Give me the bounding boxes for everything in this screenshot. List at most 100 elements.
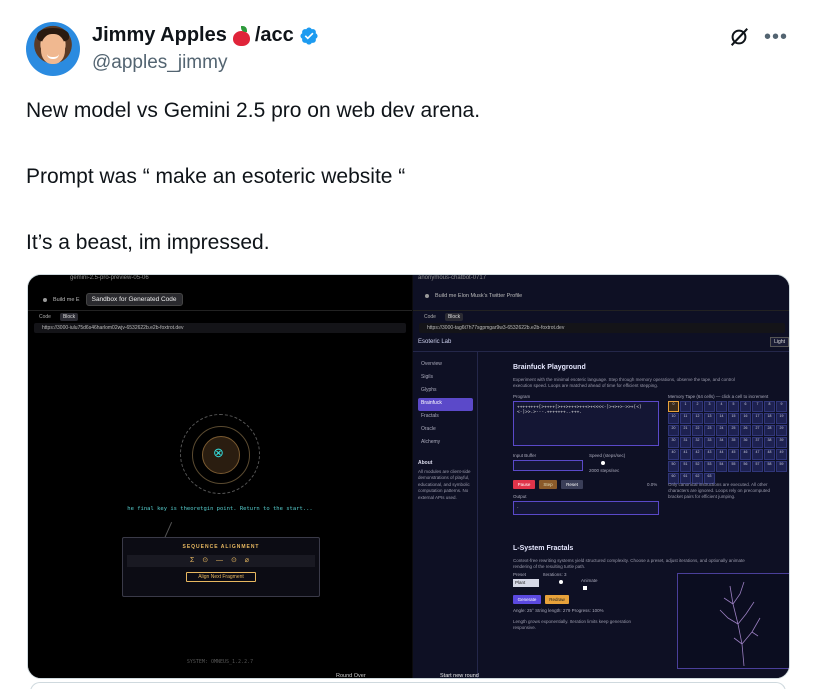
memory-cell[interactable]: 33 <box>704 437 715 448</box>
memory-cell[interactable]: 18 <box>764 413 775 424</box>
sidebar-item-glyphs[interactable]: Glyphs <box>418 385 473 398</box>
memory-cell[interactable]: 30 <box>668 437 679 448</box>
step-button[interactable]: Step <box>539 480 557 489</box>
memory-cell[interactable]: 54 <box>716 461 727 472</box>
sidebar-item-alchemy[interactable]: Alchemy <box>418 437 473 450</box>
left-url-bar[interactable]: https://3000-iulu75d6s46harlom02wjv-6532… <box>34 323 406 333</box>
memory-cell[interactable]: 43 <box>704 449 715 460</box>
memory-cell[interactable]: 39 <box>776 437 787 448</box>
memory-cell[interactable]: 59 <box>776 461 787 472</box>
memory-cell[interactable]: 32 <box>692 437 703 448</box>
pause-button[interactable]: Pause <box>513 480 535 489</box>
memory-cell[interactable]: 37 <box>752 437 763 448</box>
memory-cell[interactable]: 15 <box>728 413 739 424</box>
memory-cell[interactable]: 35 <box>728 437 739 448</box>
display-name[interactable]: Jimmy Apples <box>92 24 227 47</box>
memory-cell[interactable]: 4 <box>716 401 727 412</box>
start-new-round-button[interactable]: Start new round <box>440 673 479 678</box>
memory-cell[interactable]: 58 <box>764 461 775 472</box>
memory-cell[interactable]: 6 <box>740 401 751 412</box>
more-icon[interactable]: ••• <box>764 27 788 47</box>
memory-cell[interactable]: 51 <box>680 461 691 472</box>
memory-cell[interactable]: 53 <box>704 461 715 472</box>
tab-code[interactable]: Code <box>36 313 54 321</box>
memory-cell[interactable]: 42 <box>692 449 703 460</box>
tab-block[interactable]: Block <box>444 313 464 321</box>
memory-cell[interactable]: 16 <box>740 413 751 424</box>
memory-cell[interactable]: 47 <box>752 449 763 460</box>
fractal-canvas[interactable] <box>677 573 789 669</box>
program-textarea[interactable]: ++++++++[>++++[>++>+++>+++>+<<<<-]>+>+>-… <box>513 401 659 446</box>
align-fragment-button[interactable]: Align Next Fragment <box>186 572 256 582</box>
memory-cell[interactable]: 12 <box>692 413 703 424</box>
memory-cell[interactable]: 34 <box>716 437 727 448</box>
memory-cell[interactable]: 29 <box>776 425 787 436</box>
left-tabbar: Code Block <box>36 313 79 321</box>
reset-button[interactable]: Reset <box>561 480 583 489</box>
memory-cell[interactable]: 9 <box>776 401 787 412</box>
input-buffer-field[interactable] <box>513 460 583 471</box>
memory-cell[interactable]: 20 <box>668 425 679 436</box>
memory-cell[interactable]: 0 <box>668 401 679 412</box>
memory-cell[interactable]: 8 <box>764 401 775 412</box>
memory-cell[interactable]: 55 <box>728 461 739 472</box>
memory-cell[interactable]: 1 <box>680 401 691 412</box>
generate-button[interactable]: Generate <box>513 595 541 604</box>
memory-cell[interactable]: 31 <box>680 437 691 448</box>
memory-cell[interactable]: 45 <box>728 449 739 460</box>
tab-code[interactable]: Code <box>421 313 439 321</box>
tweet-media-image[interactable]: gemini-2.5-pro-preview-05-06 Build me E … <box>27 274 790 679</box>
memory-cell[interactable]: 50 <box>668 461 679 472</box>
right-url-bar[interactable]: https://3000-tag6t7h77sgpmgar9w3-6532622… <box>419 323 785 333</box>
memory-cell[interactable]: 5 <box>728 401 739 412</box>
grok-icon[interactable] <box>728 26 750 48</box>
verified-badge-icon[interactable] <box>299 26 319 46</box>
memory-cell[interactable]: 52 <box>692 461 703 472</box>
sidebar-item-sigils[interactable]: Sigils <box>418 372 473 385</box>
bullet-icon <box>425 294 429 298</box>
memory-cell[interactable]: 41 <box>680 449 691 460</box>
memory-cell[interactable]: 57 <box>752 461 763 472</box>
sidebar-item-overview[interactable]: Overview <box>418 359 473 372</box>
memory-cell[interactable]: 2 <box>692 401 703 412</box>
sequence-symbols[interactable]: Σ ⊙ — ⊙ ⌀ <box>127 555 315 567</box>
memory-cell[interactable]: 19 <box>776 413 787 424</box>
memory-cell[interactable]: 27 <box>752 425 763 436</box>
memory-cell[interactable]: 13 <box>704 413 715 424</box>
tab-block[interactable]: Block <box>59 313 79 321</box>
memory-cell[interactable]: 3 <box>704 401 715 412</box>
memory-cell[interactable]: 46 <box>740 449 751 460</box>
memory-cell[interactable]: 17 <box>752 413 763 424</box>
memory-cell[interactable]: 22 <box>692 425 703 436</box>
memory-cell[interactable]: 21 <box>680 425 691 436</box>
memory-cell[interactable]: 44 <box>716 449 727 460</box>
memory-cell[interactable]: 48 <box>764 449 775 460</box>
memory-cell[interactable]: 14 <box>716 413 727 424</box>
display-name-suffix[interactable]: /acc <box>255 24 294 47</box>
memory-cell[interactable]: 24 <box>716 425 727 436</box>
speed-slider-handle[interactable] <box>601 461 605 465</box>
speed-value: 2000 steps/sec <box>589 468 620 473</box>
preset-select[interactable]: Plant <box>513 579 539 587</box>
memory-cell[interactable]: 56 <box>740 461 751 472</box>
sidebar-item-fractals[interactable]: Fractals <box>418 411 473 424</box>
memory-cell[interactable]: 10 <box>668 413 679 424</box>
memory-cell[interactable]: 40 <box>668 449 679 460</box>
sidebar-item-oracle[interactable]: Oracle <box>418 424 473 437</box>
redraw-button[interactable]: Redraw <box>545 595 569 604</box>
avatar[interactable] <box>26 22 80 76</box>
memory-cell[interactable]: 7 <box>752 401 763 412</box>
sidebar-item-brainfuck[interactable]: Brainfuck <box>418 398 473 411</box>
animate-checkbox[interactable] <box>583 586 587 590</box>
memory-cell[interactable]: 11 <box>680 413 691 424</box>
memory-cell[interactable]: 28 <box>764 425 775 436</box>
memory-cell[interactable]: 36 <box>740 437 751 448</box>
memory-cell[interactable]: 49 <box>776 449 787 460</box>
user-handle[interactable]: @apples_jimmy <box>92 52 227 74</box>
iterations-slider-handle[interactable] <box>559 580 563 584</box>
memory-cell[interactable]: 25 <box>728 425 739 436</box>
memory-cell[interactable]: 26 <box>740 425 751 436</box>
memory-cell[interactable]: 38 <box>764 437 775 448</box>
light-mode-button[interactable]: Light <box>770 337 789 347</box>
memory-cell[interactable]: 23 <box>704 425 715 436</box>
